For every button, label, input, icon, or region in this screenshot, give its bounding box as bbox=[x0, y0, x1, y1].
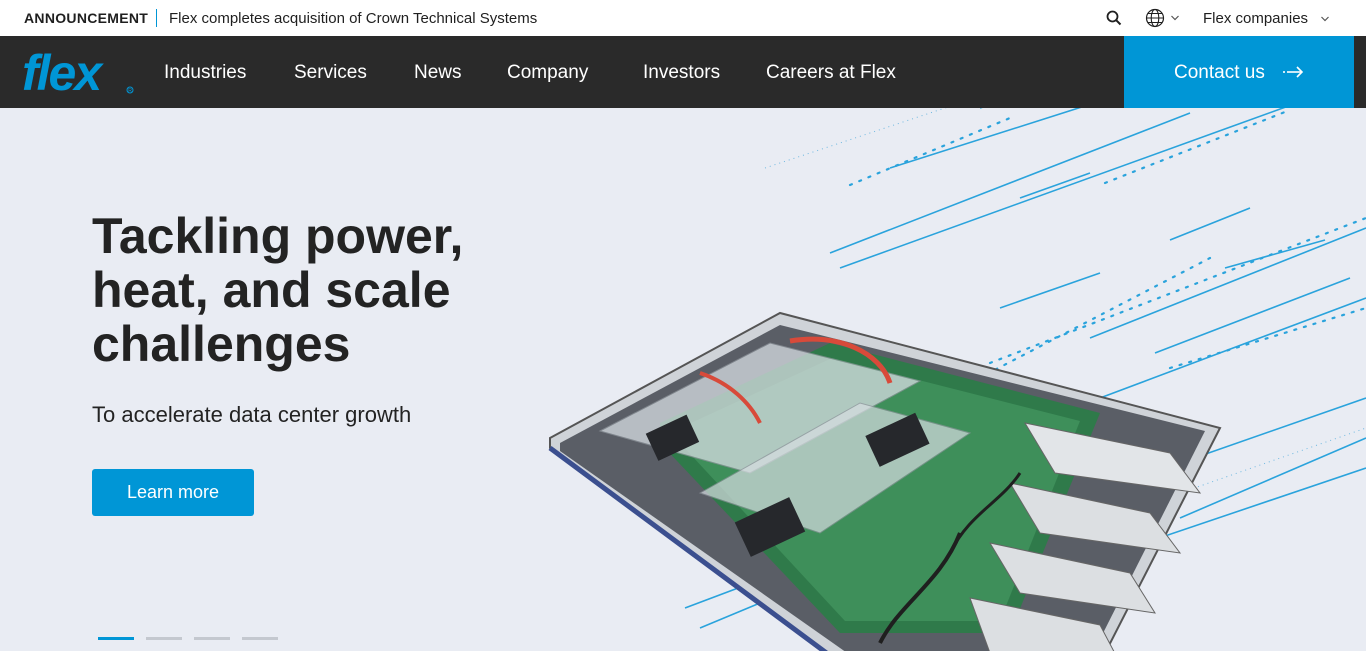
contact-us-button[interactable]: Contact us bbox=[1124, 36, 1354, 108]
carousel-dot[interactable] bbox=[194, 637, 230, 640]
carousel-dot[interactable] bbox=[146, 637, 182, 640]
hero-banner: Tackling power, heat, and scale challeng… bbox=[0, 108, 1366, 651]
contact-us-label: Contact us bbox=[1174, 62, 1265, 83]
announcement-link[interactable]: Flex completes acquisition of Crown Tech… bbox=[169, 10, 537, 27]
chevron-down-icon[interactable] bbox=[1170, 13, 1180, 23]
flex-companies-dropdown[interactable]: Flex companies bbox=[1203, 10, 1308, 27]
chevron-down-icon[interactable] bbox=[1320, 14, 1330, 24]
main-nav: flex R Industries Services News Company … bbox=[0, 36, 1366, 108]
carousel-dot[interactable] bbox=[242, 637, 278, 640]
nav-item-careers[interactable]: Careers at Flex bbox=[766, 62, 896, 84]
arrow-right-icon bbox=[1283, 66, 1304, 78]
hero-subtitle: To accelerate data center growth bbox=[92, 402, 412, 427]
nav-item-industries[interactable]: Industries bbox=[164, 62, 246, 84]
globe-icon[interactable] bbox=[1145, 8, 1165, 28]
hero-title: Tackling power, heat, and scale challeng… bbox=[92, 208, 464, 372]
nav-item-investors[interactable]: Investors bbox=[643, 62, 720, 84]
flex-logo[interactable]: flex R bbox=[22, 48, 138, 98]
nav-item-services[interactable]: Services bbox=[294, 62, 367, 84]
svg-text:R: R bbox=[128, 88, 132, 94]
nav-item-news[interactable]: News bbox=[414, 62, 462, 84]
announcement-bar: ANNOUNCEMENT Flex completes acquisition … bbox=[0, 0, 1366, 36]
carousel-dot[interactable] bbox=[98, 637, 134, 640]
announcement-tag: ANNOUNCEMENT bbox=[24, 10, 149, 26]
search-icon[interactable] bbox=[1106, 10, 1122, 26]
svg-text:flex: flex bbox=[22, 48, 104, 98]
announcement-divider bbox=[156, 9, 157, 27]
learn-more-button[interactable]: Learn more bbox=[92, 469, 254, 516]
nav-item-company[interactable]: Company bbox=[507, 62, 588, 84]
server-board-image bbox=[548, 311, 1222, 651]
